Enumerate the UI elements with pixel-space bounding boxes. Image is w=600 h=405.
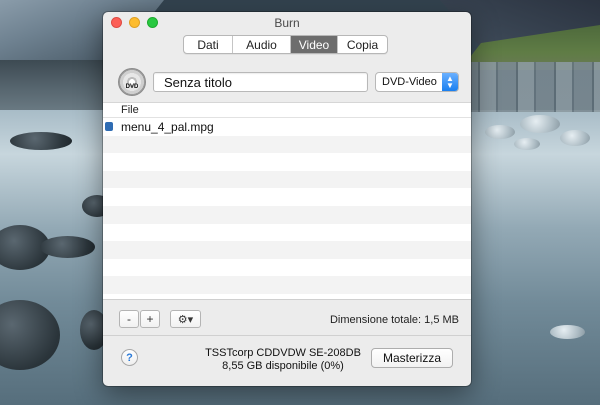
- file-name: menu_4_pal.mpg: [121, 119, 214, 134]
- drive-space: 8,55 GB disponibile (0%): [222, 360, 344, 372]
- wallpaper-rock: [40, 236, 95, 258]
- wallpaper-rock: [485, 125, 515, 139]
- title-bar[interactable]: Burn: [103, 12, 471, 32]
- video-file-icon: [105, 122, 113, 132]
- table-row-empty: [103, 259, 471, 277]
- file-rows: menu_4_pal.mpg: [103, 118, 471, 299]
- dvd-disc-icon: DVD: [118, 68, 146, 96]
- burn-window: Burn Dati Audio Video Copia DVD Senza ti…: [103, 12, 471, 386]
- remove-file-button[interactable]: -: [119, 310, 139, 328]
- table-row-empty: [103, 205, 471, 224]
- wallpaper-rock: [514, 138, 540, 150]
- table-row-empty: [103, 153, 471, 171]
- wallpaper-rock: [10, 132, 72, 150]
- disc-format-select[interactable]: DVD-Video ▲ ▼: [375, 72, 459, 92]
- table-row-empty: [103, 188, 471, 206]
- mode-tabs: Dati Audio Video Copia: [183, 35, 388, 54]
- tab-dati[interactable]: Dati: [184, 36, 233, 53]
- drive-name: TSSTcorp CDDVDW SE-208DB: [205, 347, 361, 359]
- table-row-empty: [103, 241, 471, 259]
- actions-menu-button[interactable]: ⚙▾: [170, 310, 201, 328]
- file-list[interactable]: File menu_4_pal.mpg: [103, 102, 471, 300]
- table-row-empty: [103, 276, 471, 294]
- dvd-icon-label: DVD: [125, 84, 139, 90]
- tab-video[interactable]: Video: [291, 36, 338, 53]
- add-file-button[interactable]: +: [140, 310, 160, 328]
- wallpaper-stone-wall: [460, 62, 600, 112]
- wallpaper-bank: [0, 60, 110, 115]
- window-title: Burn: [274, 16, 300, 30]
- total-size-label: Dimensione totale: 1,5 MB: [329, 314, 459, 326]
- divider: [103, 335, 471, 336]
- table-row-empty: [103, 224, 471, 242]
- table-row-empty: [103, 170, 471, 189]
- table-row-empty: [103, 294, 471, 299]
- drive-info: TSSTcorp CDDVDW SE-208DB 8,55 GB disponi…: [198, 347, 368, 373]
- disc-format-value: DVD-Video: [382, 76, 437, 88]
- wallpaper-rock: [560, 130, 590, 146]
- burn-button[interactable]: Masterizza: [371, 348, 453, 368]
- list-toolbar: - + ⚙▾ Dimensione totale: 1,5 MB: [103, 308, 471, 330]
- help-button[interactable]: ?: [121, 349, 138, 366]
- table-row[interactable]: menu_4_pal.mpg: [103, 118, 471, 136]
- wallpaper-rock: [550, 325, 585, 339]
- tab-audio[interactable]: Audio: [233, 36, 291, 53]
- disc-settings-row: DVD Senza titolo DVD-Video ▲ ▼: [103, 64, 471, 98]
- chevron-up-down-icon: ▲ ▼: [442, 73, 458, 91]
- wallpaper-rock: [520, 115, 560, 133]
- column-header-file[interactable]: File: [103, 103, 471, 118]
- disc-title-input[interactable]: Senza titolo: [153, 72, 368, 92]
- table-row-empty: [103, 135, 471, 154]
- tab-copia[interactable]: Copia: [338, 36, 387, 53]
